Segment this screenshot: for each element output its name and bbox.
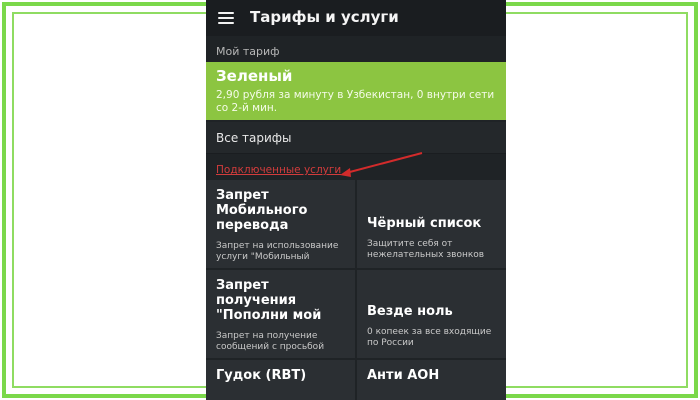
service-description: Запрет на использование услуги "Мобильны… <box>216 241 339 262</box>
service-tile-topup-request-block[interactable]: Запрет получения "Пополни мой Запрет на … <box>206 270 355 358</box>
service-tile-mobile-transfer-block[interactable]: Запрет Мобильного перевода Запрет на исп… <box>206 180 355 268</box>
connected-services-link[interactable]: Подключенные услуги <box>216 164 341 176</box>
service-title: Везде ноль <box>367 304 453 319</box>
service-title: Запрет Мобильного перевода <box>216 188 308 233</box>
service-tile-blacklist[interactable]: Чёрный список Защитите себя от нежелател… <box>357 180 506 268</box>
service-description: Защитите себя от нежелательных звонков <box>367 239 485 260</box>
current-plan-card[interactable]: Зеленый 2,90 рубля за минуту в Узбекиста… <box>206 62 506 120</box>
annotation-arrow-icon <box>340 152 423 177</box>
app-header: Тарифы и услуги <box>206 0 506 36</box>
plan-description: 2,90 рубля за минуту в Узбекистан, 0 вну… <box>216 89 495 114</box>
hamburger-menu-icon[interactable] <box>218 12 234 24</box>
service-title: Гудок (RBT) <box>216 368 307 383</box>
service-description: Запрет на получение сообщений с просьбой <box>216 331 325 352</box>
my-plan-section-label: Мой тариф <box>216 45 280 58</box>
service-title: Запрет получения "Пополни мой <box>216 278 322 323</box>
phone-screen: Тарифы и услуги Мой тариф Зеленый 2,90 р… <box>206 0 506 400</box>
service-tile-rbt[interactable]: Гудок (RBT) <box>206 360 355 400</box>
service-tile-zero-everywhere[interactable]: Везде ноль 0 копеек за все входящие по Р… <box>357 270 506 358</box>
service-title: Чёрный список <box>367 216 482 231</box>
service-title: Анти АОН <box>367 368 440 383</box>
all-tariffs-label: Все тарифы <box>216 131 292 145</box>
service-tile-anti-aon[interactable]: Анти АОН <box>357 360 506 400</box>
plan-name: Зеленый <box>216 67 293 85</box>
services-grid: Запрет Мобильного перевода Запрет на исп… <box>206 180 506 400</box>
service-description: 0 копеек за все входящие по России <box>367 327 492 348</box>
page-title: Тарифы и услуги <box>250 8 399 26</box>
